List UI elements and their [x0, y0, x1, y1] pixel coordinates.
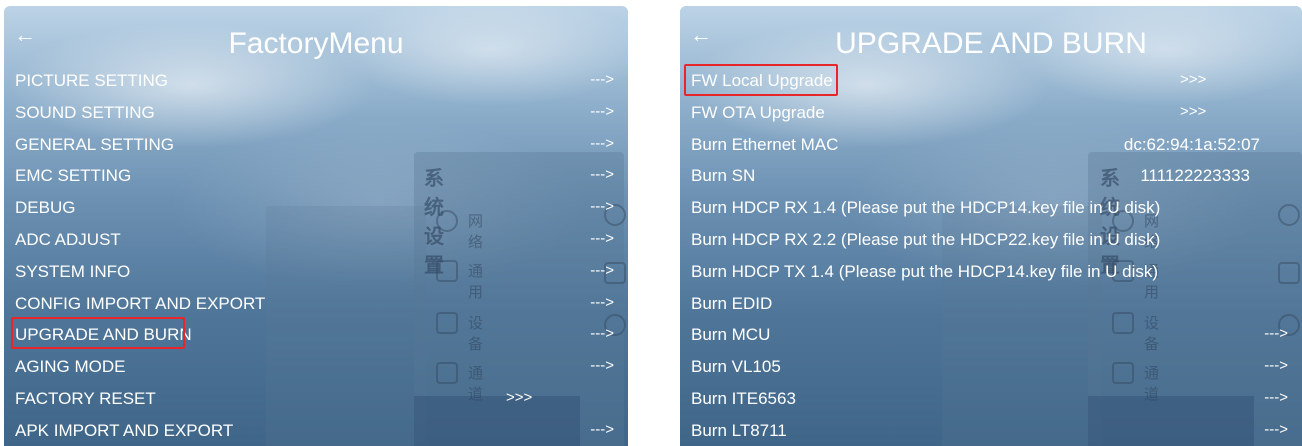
- menu-item-value: >>>: [1180, 102, 1207, 120]
- menu-item-value: --->: [1264, 389, 1288, 406]
- menu-item-value: --->: [590, 198, 614, 216]
- menu-item[interactable]: Burn MCU --->: [680, 318, 1302, 350]
- menu-item-label: Burn EDID: [691, 293, 773, 313]
- menu-item-label: Burn LT8711: [691, 420, 787, 440]
- menu-item[interactable]: FACTORY RESET >>>: [4, 382, 628, 414]
- menu-item-label: Burn HDCP RX 2.2 (Please put the HDCP22.…: [691, 230, 1161, 249]
- menu-item-label: SOUND SETTING: [15, 102, 155, 122]
- menu-item-value: --->: [590, 102, 614, 120]
- menu-item[interactable]: FW OTA Upgrade >>>: [680, 96, 1302, 128]
- menu-item-label: EMC SETTING: [15, 166, 132, 186]
- menu-item-value: --->: [590, 71, 614, 88]
- menu-item-value: --->: [590, 230, 614, 247]
- menu-item-label: GENERAL SETTING: [15, 134, 175, 154]
- menu-item-label: FW OTA Upgrade: [691, 102, 825, 122]
- menu-item-value: 111122223333: [1140, 166, 1250, 186]
- menu-item[interactable]: Burn Ethernet MAC dc:62:94:1a:52:07: [680, 128, 1302, 160]
- menu-item[interactable]: Burn HDCP RX 2.2 (Please put the HDCP22.…: [680, 223, 1302, 255]
- menu-item[interactable]: Burn HDCP RX 1.4 (Please put the HDCP14.…: [680, 191, 1302, 223]
- menu-item[interactable]: Burn ITE6563 --->: [680, 382, 1302, 414]
- menu-item[interactable]: ADC ADJUST --->: [4, 223, 628, 255]
- upgrade-and-burn-panel: 系统设置 网络 通用 设备 通道 ← UPGRADE AND BURN FW L…: [680, 6, 1302, 446]
- menu-item-value: --->: [1264, 357, 1288, 375]
- menu-item[interactable]: Burn HDCP TX 1.4 (Please put the HDCP14.…: [680, 255, 1302, 287]
- menu-item[interactable]: EMC SETTING --->: [4, 159, 628, 191]
- menu-item-value: --->: [1264, 420, 1288, 438]
- menu-item-label: PICTURE SETTING: [15, 71, 169, 90]
- menu-item[interactable]: Burn VL105 --->: [680, 350, 1302, 382]
- menu-item-label: Burn Ethernet MAC: [691, 134, 839, 154]
- menu-item-value: --->: [590, 357, 614, 375]
- menu-item-value: --->: [590, 420, 614, 438]
- menu-item-value: --->: [590, 325, 614, 343]
- menu-item[interactable]: GENERAL SETTING --->: [4, 128, 628, 160]
- menu-item[interactable]: SYSTEM INFO --->: [4, 255, 628, 287]
- menu-item-label: FACTORY RESET: [15, 389, 156, 408]
- menu-item-label: ADC ADJUST: [15, 230, 121, 249]
- menu-item-value: >>>: [506, 389, 533, 406]
- menu-item-value: --->: [590, 293, 614, 311]
- highlight-box: [11, 317, 185, 349]
- menu-item-label: SYSTEM INFO: [15, 261, 131, 281]
- page-title: FactoryMenu: [228, 27, 404, 60]
- menu-item[interactable]: DEBUG --->: [4, 191, 628, 223]
- menu-item[interactable]: Burn LT8711 --->: [680, 414, 1302, 446]
- highlight-box: [684, 64, 838, 96]
- menu-item-label: CONFIG IMPORT AND EXPORT: [15, 293, 266, 313]
- menu-item-label: Burn ITE6563: [691, 389, 796, 408]
- menu-item-value: dc:62:94:1a:52:07: [1123, 134, 1260, 154]
- menu-item-label: DEBUG: [15, 198, 76, 218]
- menu-item[interactable]: CONFIG IMPORT AND EXPORT --->: [4, 287, 628, 319]
- page-title: UPGRADE AND BURN: [835, 27, 1147, 60]
- menu-item[interactable]: Burn EDID: [680, 287, 1302, 319]
- menu-item-value: --->: [590, 134, 614, 152]
- menu-item-value: --->: [1264, 325, 1288, 343]
- menu-item[interactable]: APK IMPORT AND EXPORT --->: [4, 414, 628, 446]
- menu-item-label: Burn SN: [691, 166, 756, 186]
- menu-item[interactable]: AGING MODE --->: [4, 350, 628, 382]
- menu-item-value: --->: [590, 166, 614, 184]
- menu-item[interactable]: PICTURE SETTING --->: [4, 64, 628, 96]
- menu-item-label: Burn HDCP RX 1.4 (Please put the HDCP14.…: [691, 198, 1161, 218]
- menu-item-label: Burn HDCP TX 1.4 (Please put the HDCP14.…: [691, 261, 1159, 281]
- factory-menu-panel: 系统设置 网络 通用 设备 通道 ← FactoryMenu PICTURE S…: [4, 6, 628, 446]
- menu-item[interactable]: Burn SN 111122223333: [680, 159, 1302, 191]
- menu-item-label: AGING MODE: [15, 357, 126, 377]
- menu-item-label: Burn VL105: [691, 357, 781, 377]
- menu-item-value: >>>: [1180, 71, 1207, 88]
- menu-item-label: APK IMPORT AND EXPORT: [15, 420, 234, 440]
- menu-item[interactable]: SOUND SETTING --->: [4, 96, 628, 128]
- menu-item-label: Burn MCU: [691, 325, 771, 345]
- menu-item-value: --->: [590, 261, 614, 279]
